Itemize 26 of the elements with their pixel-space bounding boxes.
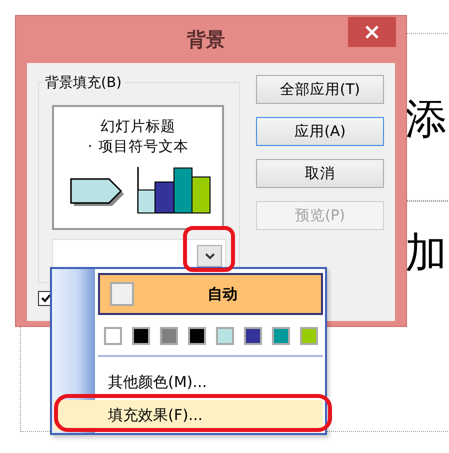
color-swatch[interactable]: [216, 327, 234, 345]
preview-body: 项目符号文本: [98, 138, 188, 157]
bullet: ·: [88, 138, 92, 157]
close-button[interactable]: ×: [348, 17, 396, 47]
slide-text: 加: [405, 232, 447, 274]
color-swatch[interactable]: [160, 327, 178, 345]
slide-text: 添: [405, 98, 447, 140]
dialog-button[interactable]: 取消: [256, 159, 384, 188]
highlight-ring: [183, 226, 235, 272]
color-swatch[interactable]: [104, 327, 122, 345]
color-swatch[interactable]: [300, 327, 318, 345]
window-title: 背景: [186, 28, 226, 53]
color-swatch[interactable]: [188, 327, 206, 345]
dropdown-button[interactable]: [197, 244, 222, 266]
dialog-button[interactable]: 全部应用(T): [256, 75, 384, 104]
color-swatch[interactable]: [132, 327, 150, 345]
check-icon: [40, 294, 50, 303]
preview-title: 幻灯片标题: [100, 118, 176, 137]
color-swatch: [110, 282, 134, 306]
dialog-button[interactable]: 应用(A): [256, 117, 384, 146]
color-swatch[interactable]: [244, 327, 262, 345]
auto-color-option[interactable]: 自动: [98, 273, 323, 315]
menu-item[interactable]: 其他颜色(M)...: [98, 367, 323, 398]
group-label: 背景填充(B): [42, 74, 125, 92]
color-swatch[interactable]: [272, 327, 290, 345]
chevron-down-icon: [204, 252, 214, 258]
